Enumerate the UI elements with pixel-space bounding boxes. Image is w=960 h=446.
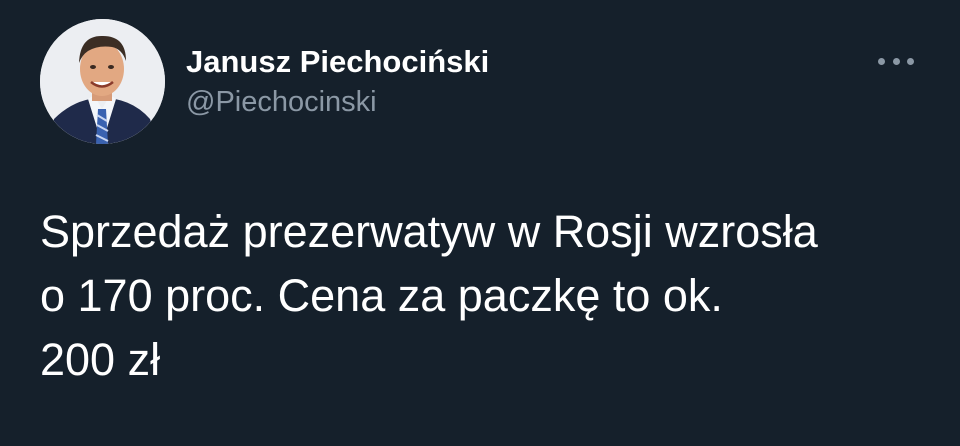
more-horizontal-icon-dot: [892, 57, 900, 65]
tweet-text-line: o 170 proc. Cena za paczkę to ok.: [40, 270, 723, 321]
tweet-card: Janusz Piechociński @Piechocinski Sprzed…: [0, 0, 960, 446]
more-horizontal-icon: [878, 57, 885, 65]
tweet-text-line: Sprzedaż prezerwatyw w Rosji wzrosła: [40, 206, 818, 257]
author-display-name[interactable]: Janusz Piechociński: [186, 44, 489, 80]
author-handle[interactable]: @Piechocinski: [186, 86, 377, 119]
more-horizontal-icon-dot: [907, 57, 914, 65]
profile-photo-icon: [40, 19, 165, 144]
tweet-text-line: 200 zł: [40, 334, 161, 385]
tweet-text: Sprzedaż prezerwatyw w Rosji wzrosła o 1…: [40, 200, 940, 392]
more-options-button[interactable]: [874, 48, 918, 74]
avatar[interactable]: [40, 19, 165, 144]
